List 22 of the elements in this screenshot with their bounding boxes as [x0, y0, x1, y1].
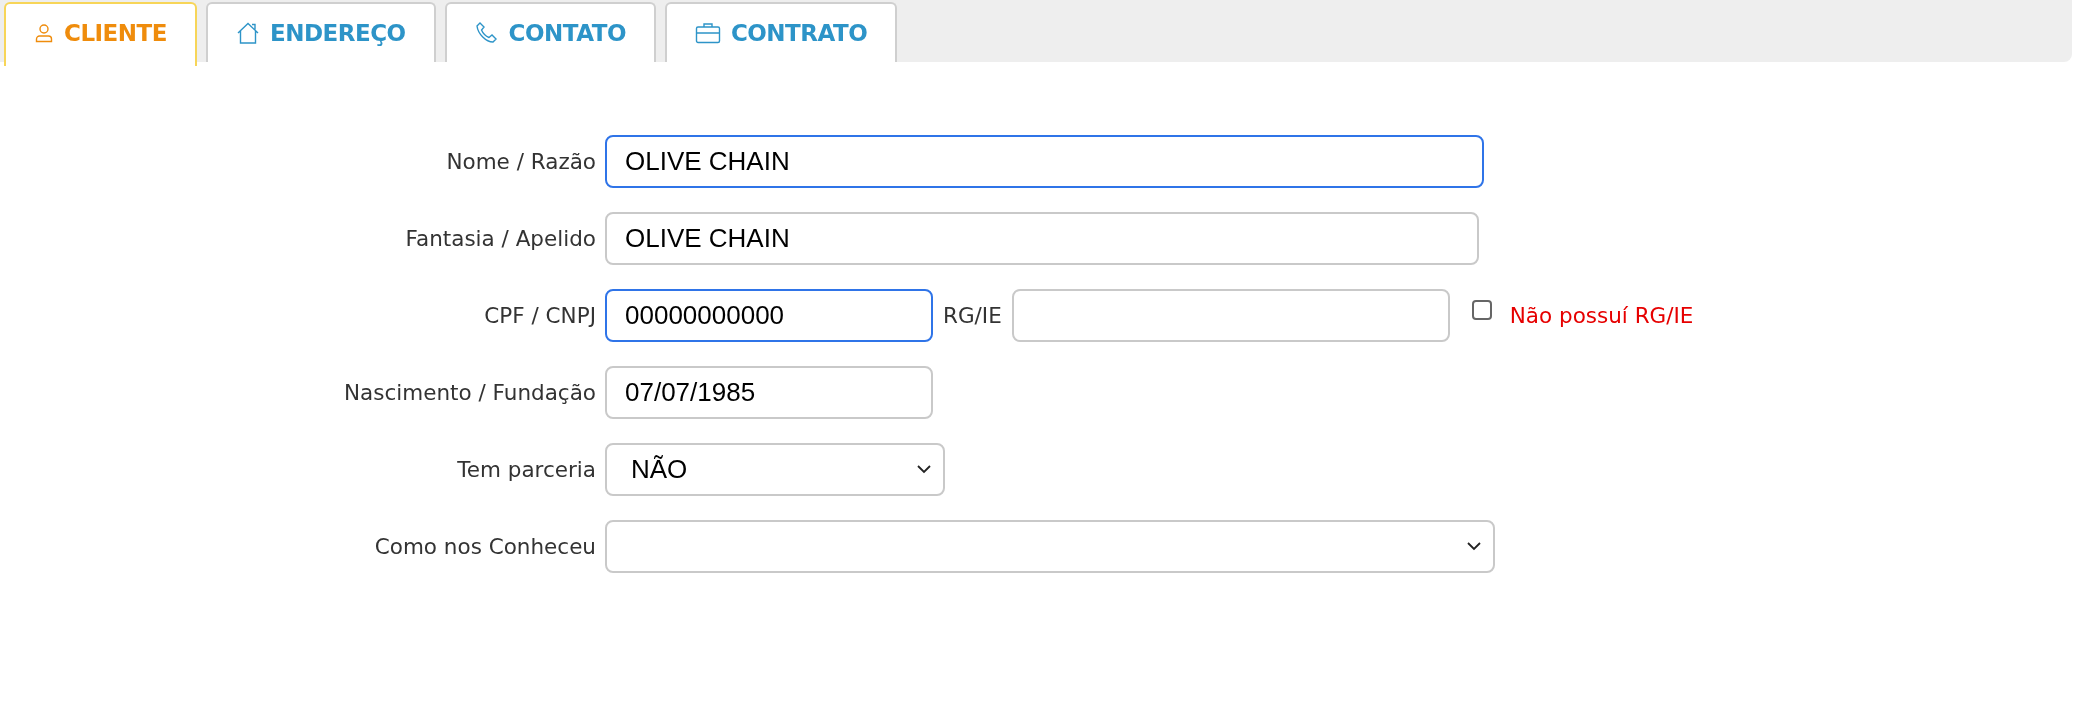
field-label: Fantasia / Apelido	[404, 226, 597, 251]
field-label: Nascimento / Fundação	[343, 380, 597, 405]
select-field[interactable]: NÃO	[605, 443, 945, 496]
briefcase-icon	[694, 22, 721, 44]
field-label: RG/IE	[943, 303, 1002, 328]
select-field[interactable]	[605, 520, 1495, 573]
field-label: Como nos Conheceu	[373, 534, 597, 559]
field-label: Nome / Razão	[445, 149, 597, 174]
phone-icon	[474, 21, 499, 45]
person-icon	[34, 23, 54, 43]
field-label: CPF / CNPJ	[483, 303, 597, 328]
text-field[interactable]	[1011, 289, 1450, 342]
text-field[interactable]: OLIVE CHAIN	[605, 212, 1479, 265]
checkbox-label: Não possuí RG/IE	[1509, 303, 1694, 328]
text-field[interactable]: 00000000000	[605, 289, 933, 342]
chevron-down-icon	[917, 465, 931, 474]
text-field[interactable]: OLIVE CHAIN	[605, 135, 1484, 188]
house-icon	[235, 21, 260, 45]
text-field[interactable]: 07/07/1985	[605, 366, 933, 419]
checkbox[interactable]	[1471, 299, 1492, 320]
field-label: Tem parceria	[456, 457, 597, 482]
chevron-down-icon	[1467, 542, 1481, 551]
